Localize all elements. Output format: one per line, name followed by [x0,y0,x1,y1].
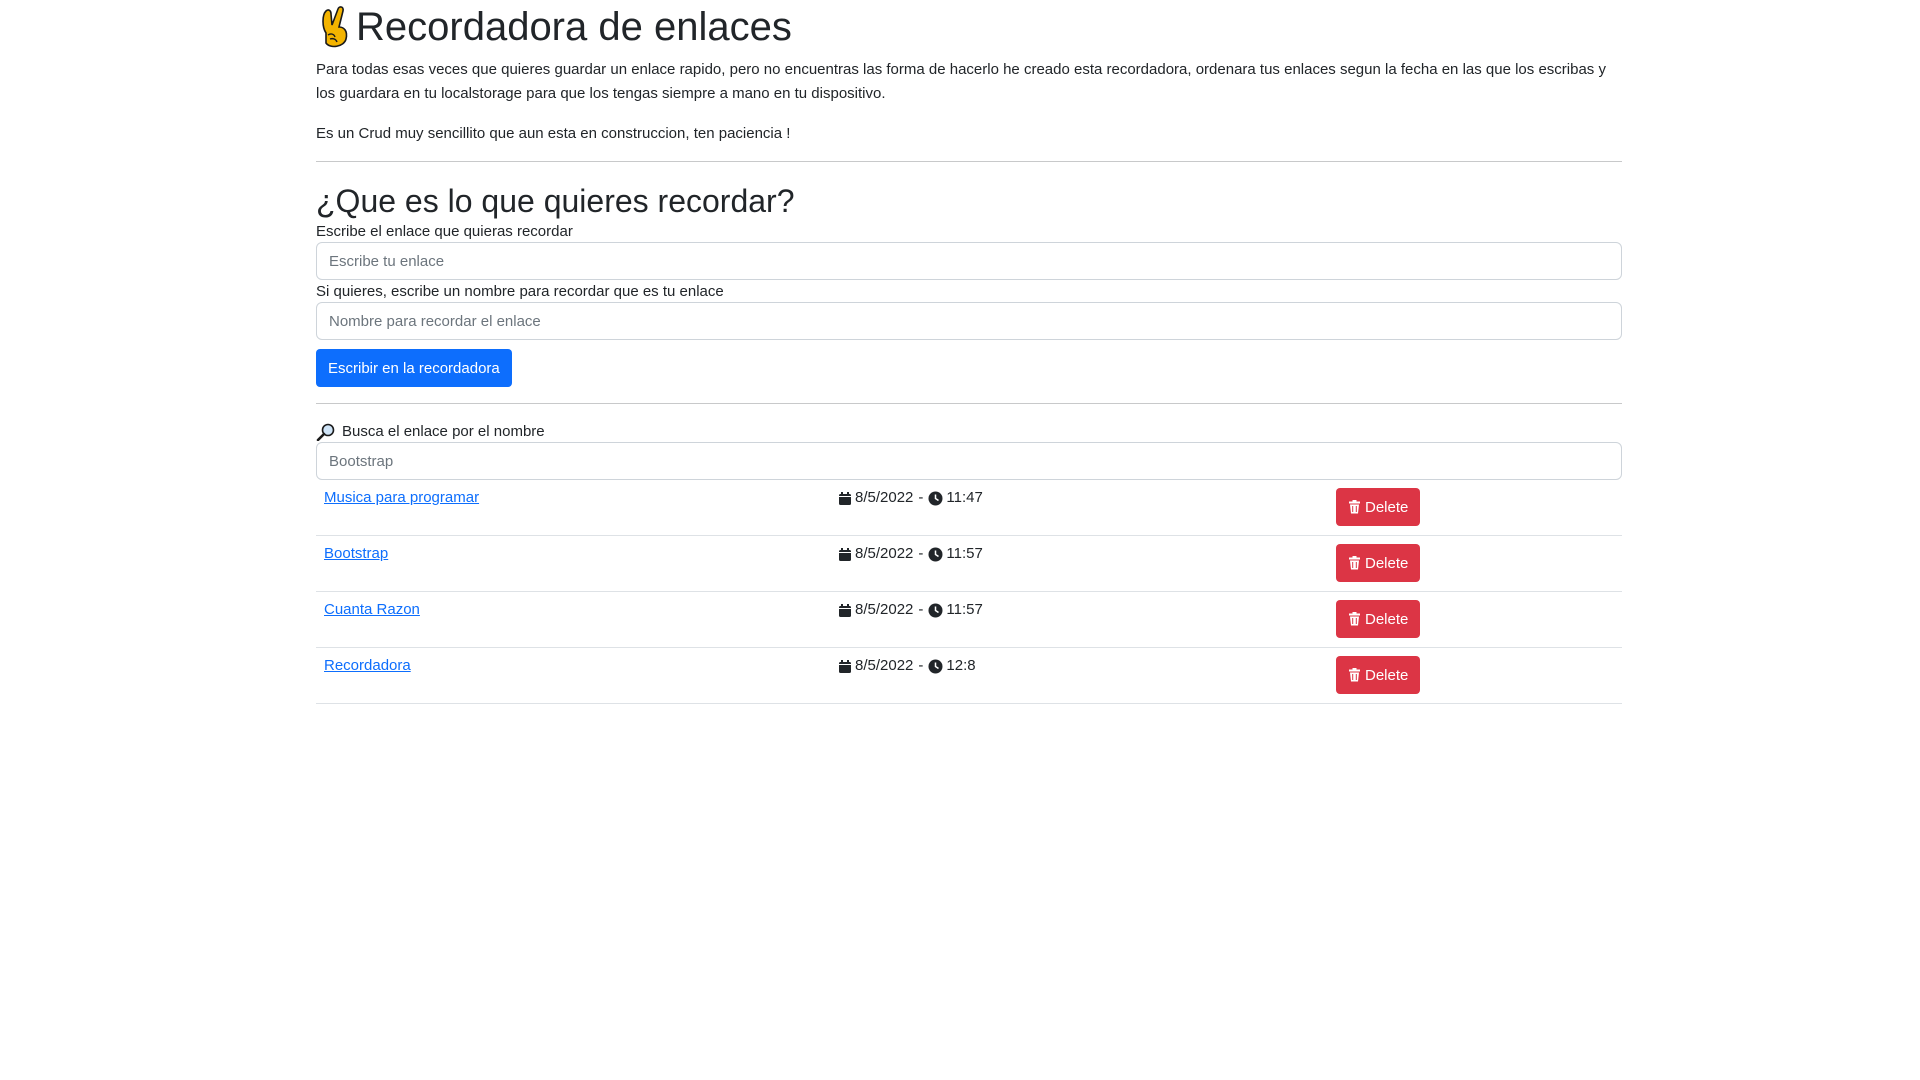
link-name[interactable]: Cuanta Razon [324,600,420,620]
search-input-value: Bootstrap [329,452,394,470]
name-input[interactable]: Nombre para recordar el enlace [316,302,1622,340]
main-container: Recordadora de enlaces Para todas esas v… [316,0,1622,704]
link-date: 8/5/2022 [855,545,914,562]
link-date: 8/5/2022 [855,601,914,618]
page-title: Recordadora de enlaces [356,5,792,49]
link-input-placeholder: Escribe tu enlace [329,252,445,270]
links-list: Musica para programar 8/5/2022 - 11:47 D… [316,480,1622,704]
delete-button[interactable]: Delete [1336,600,1421,638]
search-label: Busca el enlace por el nombre [342,423,545,440]
divider [316,161,1622,162]
link-name[interactable]: Recordadora [324,656,411,676]
calendar-icon [839,547,851,561]
construction-note: Es un Crud muy sencillito que aun esta e… [316,125,791,142]
link-name[interactable]: Musica para programar [324,488,479,508]
calendar-icon [839,603,851,617]
delete-label: Delete [1365,554,1409,572]
link-meta: 8/5/2022 - 11:57 [838,600,983,620]
link-meta: 8/5/2022 - 12:8 [838,656,976,676]
delete-button[interactable]: Delete [1336,488,1421,526]
page-header: Recordadora de enlaces [316,4,1622,50]
delete-button[interactable]: Delete [1336,656,1421,694]
delete-label: Delete [1365,498,1409,516]
delete-label: Delete [1365,610,1409,628]
search-label-row: Busca el enlace por el nombre [316,422,1622,442]
link-row: Cuanta Razon 8/5/2022 - 11:57 Delete [316,592,1622,648]
link-date: 8/5/2022 [855,489,914,506]
link-row: Musica para programar 8/5/2022 - 11:47 D… [316,480,1622,536]
link-row: Bootstrap 8/5/2022 - 11:57 Delete [316,536,1622,592]
clock-icon [928,603,943,617]
trash-icon [1349,556,1360,570]
name-label: Si quieres, escribe un nombre para recor… [316,283,724,300]
delete-label: Delete [1365,666,1409,684]
clock-icon [928,491,943,505]
link-time: 12:8 [946,657,976,674]
submit-button[interactable]: Escribir en la recordadora [316,349,512,387]
delete-button[interactable]: Delete [1336,544,1421,582]
name-input-placeholder: Nombre para recordar el enlace [329,312,541,330]
clock-icon [928,547,943,561]
trash-icon [1349,500,1360,514]
magnifier-icon [316,423,335,441]
divider [316,403,1622,404]
form-heading: ¿Que es lo que quieres recordar? [316,183,795,219]
calendar-icon [839,491,851,505]
link-input[interactable]: Escribe tu enlace [316,242,1622,280]
link-row: Recordadora 8/5/2022 - 12:8 Delete [316,648,1622,704]
calendar-icon [839,659,851,673]
link-label: Escribe el enlace que quieras recordar [316,223,573,240]
search-input[interactable]: Bootstrap [316,442,1622,480]
intro-text: Para todas esas veces que quieres guarda… [316,61,1606,102]
link-time: 11:57 [946,601,983,618]
link-meta: 8/5/2022 - 11:47 [838,488,983,508]
trash-icon [1349,612,1360,626]
link-time: 11:47 [946,489,983,506]
link-meta: 8/5/2022 - 11:57 [838,544,983,564]
clock-icon [928,659,943,673]
crossed-fingers-icon [316,5,354,49]
link-name[interactable]: Bootstrap [324,544,388,564]
trash-icon [1349,668,1360,682]
link-time: 11:57 [946,545,983,562]
link-date: 8/5/2022 [855,657,914,674]
